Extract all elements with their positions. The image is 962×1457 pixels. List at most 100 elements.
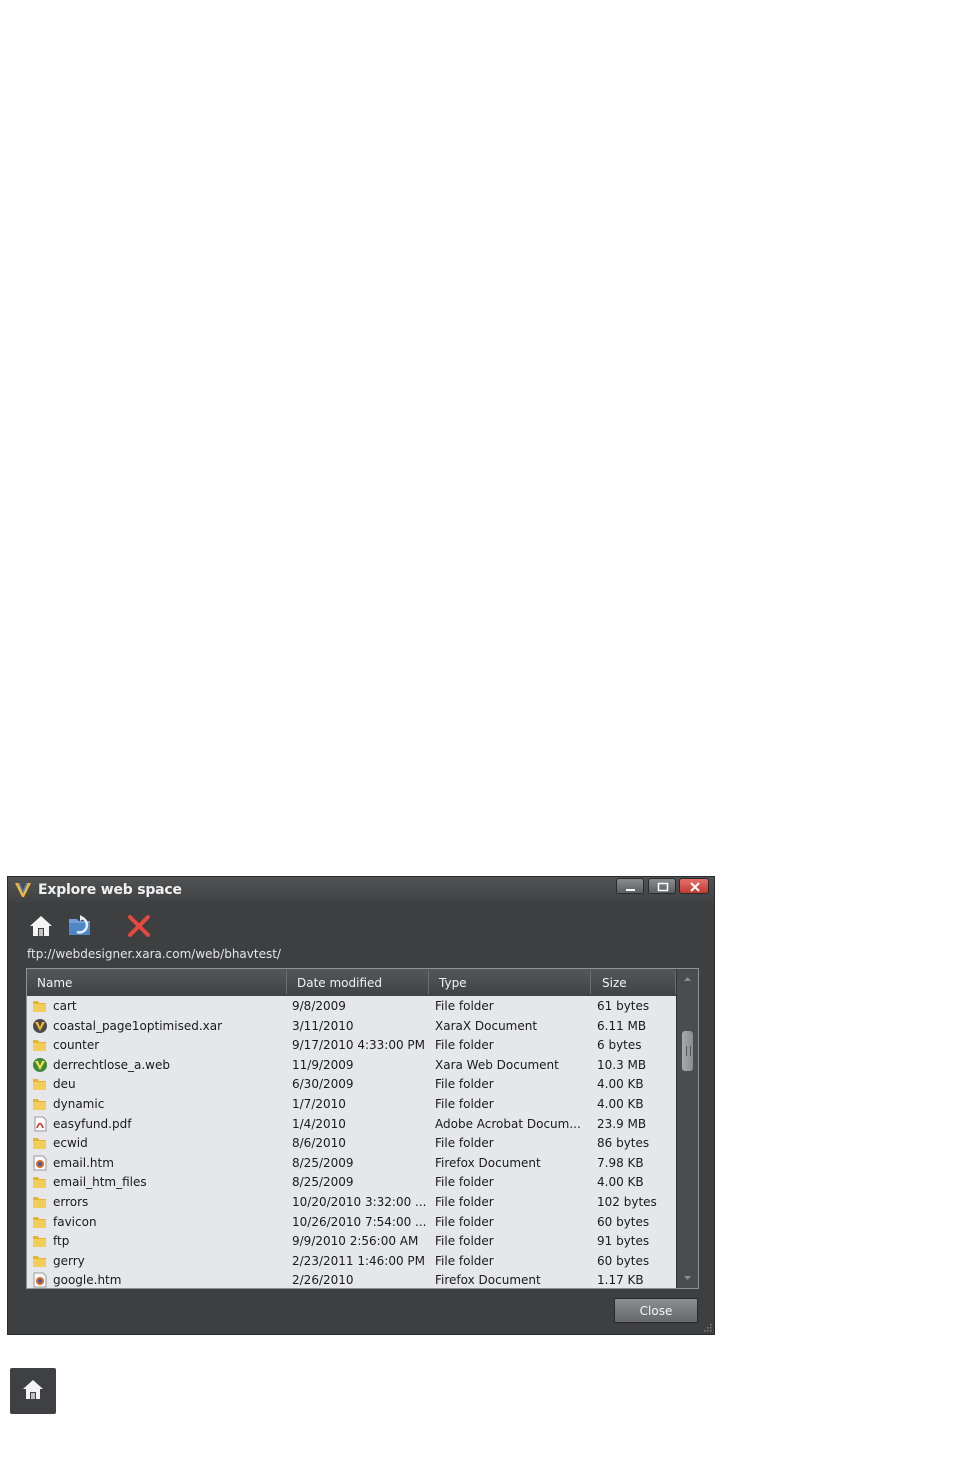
file-date: 1/7/2010 <box>292 1097 346 1111</box>
home-icon <box>23 1380 43 1399</box>
xara-document-icon <box>33 1018 47 1033</box>
file-name: easyfund.pdf <box>53 1116 132 1131</box>
maximize-icon <box>657 882 669 892</box>
file-name: derrechtlose_a.web <box>53 1057 170 1072</box>
resize-grip-icon[interactable] <box>702 1322 712 1332</box>
folder-icon <box>33 1255 46 1267</box>
file-date: 9/17/2010 4:33:00 PM <box>292 1038 426 1053</box>
file-date: 10/26/2010 7:54:00 ... <box>292 1214 427 1229</box>
file-date: 11/9/2009 <box>292 1057 354 1072</box>
file-size: 60 bytes <box>597 1253 650 1268</box>
file-type: File folder <box>435 1097 494 1111</box>
folder-icon <box>33 1099 46 1110</box>
file-type: Adobe Acrobat Docum... <box>435 1116 581 1131</box>
file-date: 8/25/2009 <box>292 1155 354 1170</box>
file-size: 86 bytes <box>597 1136 650 1151</box>
file-row[interactable]: easyfund.pdf 1/4/2010 Adobe Acrobat Docum.… <box>27 1114 677 1134</box>
file-type: File folder <box>435 1253 494 1268</box>
scroll-down-icon[interactable] <box>677 1270 698 1286</box>
file-type: File folder <box>435 1214 494 1229</box>
folder-icon <box>33 1138 46 1150</box>
file-name: ecwid <box>53 1136 88 1151</box>
file-type: XaraX Document <box>435 1018 538 1033</box>
home-icon[interactable] <box>27 912 55 940</box>
file-type: File folder <box>435 1195 494 1209</box>
file-date: 10/20/2010 3:32:00 ... <box>292 1195 427 1209</box>
home-button-sample[interactable] <box>10 1368 56 1414</box>
file-size: 10.3 MB <box>597 1057 647 1072</box>
file-size: 23.9 MB <box>597 1116 647 1131</box>
file-type: Firefox Document <box>435 1273 541 1288</box>
file-row[interactable]: counter 9/17/2010 4:33:00 PM File folder 6 … <box>27 1035 677 1055</box>
folder-icon <box>33 1040 46 1052</box>
file-type: File folder <box>435 1038 494 1053</box>
file-date: 6/30/2009 <box>292 1077 354 1092</box>
folder-icon <box>33 1177 46 1189</box>
scroll-thumb[interactable] <box>682 1031 693 1071</box>
file-name: counter <box>53 1038 100 1053</box>
file-name: favicon <box>53 1214 97 1229</box>
close-button[interactable]: Close <box>614 1298 698 1323</box>
file-type: File folder <box>435 1234 494 1249</box>
minimize-button[interactable] <box>616 878 644 894</box>
folder-icon <box>33 1236 46 1248</box>
file-size: 4.00 KB <box>597 1077 644 1092</box>
column-header-name[interactable]: Name <box>37 976 72 990</box>
file-row[interactable]: favicon 10/26/2010 7:54:00 ... File folder… <box>27 1212 677 1232</box>
file-name: cart <box>53 999 77 1013</box>
file-row[interactable]: ftp 9/9/2010 2:56:00 AM File folder 91 byte… <box>27 1231 677 1251</box>
title-bar[interactable]: Explore web space <box>8 877 714 903</box>
vertical-scrollbar[interactable] <box>676 969 698 1288</box>
file-row[interactable]: email_htm_files 8/25/2009 File folder 4.00 … <box>27 1172 677 1192</box>
file-row[interactable]: errors 10/20/2010 3:32:00 ... File folder 1… <box>27 1192 677 1212</box>
file-type: File folder <box>435 999 494 1013</box>
close-window-button[interactable] <box>679 878 709 894</box>
file-date: 2/26/2010 <box>292 1273 354 1288</box>
file-row[interactable]: email.htm 8/25/2009 Firefox Document 7.98 K… <box>27 1153 677 1173</box>
file-row[interactable]: google.htm 2/26/2010 Firefox Document 1.17 … <box>27 1270 677 1288</box>
minimize-icon <box>626 889 635 891</box>
list-header: Name Date modified Type Size <box>27 969 677 996</box>
file-date: 2/23/2011 1:46:00 PM <box>292 1253 426 1268</box>
maximize-button[interactable] <box>648 878 676 894</box>
column-header-type[interactable]: Type <box>439 976 467 990</box>
file-row[interactable]: ecwid 8/6/2010 File folder 86 bytes <box>27 1133 677 1153</box>
current-path: ftp://webdesigner.xara.com/web/bhavtest/ <box>27 947 281 961</box>
column-header-date[interactable]: Date modified <box>297 976 382 990</box>
column-header-size[interactable]: Size <box>602 976 627 990</box>
folder-icon <box>33 1216 46 1228</box>
window-title: Explore web space <box>38 882 182 898</box>
delete-icon[interactable] <box>125 912 153 940</box>
file-size: 1.17 KB <box>597 1273 644 1288</box>
file-row[interactable]: coastal_page1optimised.xar 3/11/2010 XaraX… <box>27 1016 677 1036</box>
file-date: 9/8/2009 <box>292 999 346 1013</box>
folder-refresh-icon[interactable] <box>66 912 94 940</box>
file-row[interactable]: deu 6/30/2009 File folder 4.00 KB <box>27 1074 677 1094</box>
file-size: 61 bytes <box>597 999 650 1013</box>
file-row[interactable]: gerry 2/23/2011 1:46:00 PM File folder 60 b… <box>27 1251 677 1271</box>
file-size: 6 bytes <box>597 1038 642 1053</box>
firefox-document-icon <box>33 1155 47 1171</box>
file-row[interactable]: cart 9/8/2009 File folder 61 bytes <box>27 996 677 1016</box>
file-size: 91 bytes <box>597 1234 650 1249</box>
folder-icon <box>33 1001 46 1012</box>
file-type: File folder <box>435 1077 494 1092</box>
column-divider[interactable] <box>428 971 429 994</box>
file-name: deu <box>53 1077 76 1092</box>
column-divider[interactable] <box>286 971 287 994</box>
xara-logo-icon <box>15 882 31 897</box>
column-divider[interactable] <box>590 971 591 994</box>
file-name: dynamic <box>53 1097 105 1111</box>
file-row[interactable]: dynamic 1/7/2010 File folder 4.00 KB <box>27 1094 677 1114</box>
file-type: Firefox Document <box>435 1155 541 1170</box>
folder-icon <box>33 1079 46 1091</box>
file-row[interactable]: derrechtlose_a.web 11/9/2009 Xara Web Docu… <box>27 1055 677 1075</box>
scroll-up-icon[interactable] <box>677 971 698 987</box>
file-list[interactable]: Name Date modified Type Size cart 9/8/200… <box>26 968 699 1289</box>
file-name: email_htm_files <box>53 1175 147 1190</box>
explore-web-space-dialog: Explore web space ftp://webdesigner.xara… <box>7 876 715 1335</box>
file-type: File folder <box>435 1175 494 1190</box>
file-name: email.htm <box>53 1155 114 1170</box>
pdf-icon <box>34 1116 47 1132</box>
file-size: 4.00 KB <box>597 1097 644 1111</box>
